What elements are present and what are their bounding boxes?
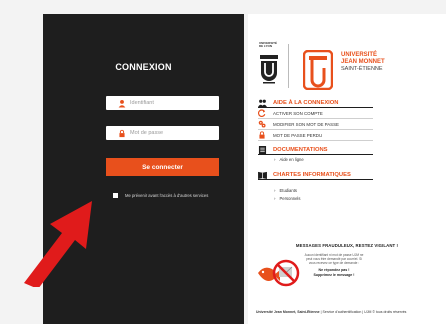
- page: CONNEXION Identifiant Mot de passe Se co…: [0, 0, 446, 324]
- ujm-logo-text: UNIVERSITÉ DE LYON: [259, 41, 278, 49]
- warn-option: Me prévenir avant l'accès à d'autres ser…: [113, 193, 208, 198]
- lock-icon: [119, 129, 125, 137]
- phishing-line2: Supprimez le message !: [313, 273, 355, 277]
- identifier-placeholder: Identifiant: [130, 100, 154, 106]
- link-staff[interactable]: › Personnels: [258, 194, 373, 202]
- phishing-line1: Ne répondez pas !: [318, 268, 350, 272]
- jean-monnet-logo-icon: [303, 50, 333, 90]
- link-staff-label: Personnels: [279, 195, 301, 201]
- connect-button[interactable]: Se connecter: [106, 158, 219, 176]
- users-icon: [258, 99, 267, 107]
- link-students-label: Etudiants: [279, 187, 297, 193]
- phishing-warning-icon: [258, 259, 300, 287]
- docs-section: DOCUMENTATIONS › Aide en ligne: [258, 145, 373, 163]
- university-name: UNIVERSITÉ JEAN MONNET SAINT-ÉTIENNE: [341, 52, 385, 73]
- footer: Université Jean Monnet, Saint-Étienne | …: [248, 310, 446, 314]
- charters-heading: CHARTES INFORMATIQUES: [258, 170, 373, 180]
- link-students[interactable]: › Etudiants: [258, 186, 373, 194]
- info-panel: UNIVERSITÉ DE LYON UNIVERSITÉ JEAN MONNE…: [248, 14, 446, 324]
- phishing-title: MESSAGES FRAUDULEUX, RESTEZ VIGILANT !: [295, 243, 399, 248]
- document-icon: [258, 145, 267, 154]
- bullet-icon: ›: [274, 156, 276, 162]
- user-icon: [118, 99, 126, 107]
- book-icon: [258, 171, 267, 179]
- menu-item-activate[interactable]: ACTIVER SON COMPTE: [258, 108, 373, 119]
- logo-separator: [288, 44, 289, 88]
- ujm-shield-icon: [260, 55, 278, 84]
- bullet-icon: ›: [274, 195, 276, 201]
- phishing-body: Aucun identifiant ni mot de passe UJM ne…: [304, 253, 364, 265]
- menu-item-change-password[interactable]: MODIFIER SON MOT DE PASSE: [258, 119, 373, 130]
- identifier-field[interactable]: Identifiant: [106, 96, 219, 110]
- university-line1: UNIVERSITÉ: [341, 52, 378, 58]
- phishing-message: Aucun identifiant ni mot de passe UJM ne…: [304, 253, 364, 277]
- footer-service: Service d'authentification: [322, 310, 362, 314]
- help-heading-label: AIDE À LA CONNEXION: [273, 99, 339, 106]
- gears-icon: [258, 120, 266, 128]
- footer-copyright: UJM © tous droits réservés: [364, 310, 407, 314]
- charters-heading-label: CHARTES INFORMATIQUES: [273, 171, 351, 178]
- menu-item-label: ACTIVER SON COMPTE: [273, 110, 323, 116]
- menu-item-lost-password[interactable]: MOT DE PASSE PERDU: [258, 130, 373, 141]
- warn-label: Me prévenir avant l'accès à d'autres ser…: [125, 193, 209, 198]
- warn-checkbox[interactable]: [113, 193, 118, 198]
- help-heading: AIDE À LA CONNEXION: [258, 98, 373, 108]
- charters-section: CHARTES INFORMATIQUES › Etudiants › Pers…: [258, 170, 373, 202]
- menu-item-label: MOT DE PASSE PERDU: [273, 132, 323, 138]
- footer-org: Université Jean Monnet, Saint-Étienne: [256, 310, 320, 314]
- password-field[interactable]: Mot de passe: [106, 126, 219, 140]
- refresh-icon: [258, 109, 266, 117]
- bullet-icon: ›: [274, 187, 276, 193]
- login-title: CONNEXION: [115, 62, 172, 72]
- help-section: AIDE À LA CONNEXION ACTIVER SON COMPTE M…: [258, 98, 373, 141]
- link-online-help-label: Aide en ligne: [279, 156, 304, 162]
- lock-icon: [259, 131, 265, 139]
- red-arrow-icon: [24, 201, 92, 287]
- docs-heading: DOCUMENTATIONS: [258, 145, 373, 155]
- docs-heading-label: DOCUMENTATIONS: [273, 146, 328, 153]
- university-line2: JEAN MONNET: [341, 59, 385, 65]
- university-line3: SAINT-ÉTIENNE: [341, 66, 383, 72]
- link-online-help[interactable]: › Aide en ligne: [258, 155, 373, 163]
- password-placeholder: Mot de passe: [130, 130, 164, 136]
- menu-item-label: MODIFIER SON MOT DE PASSE: [273, 121, 339, 127]
- ujm-logo: UNIVERSITÉ DE LYON: [259, 41, 279, 92]
